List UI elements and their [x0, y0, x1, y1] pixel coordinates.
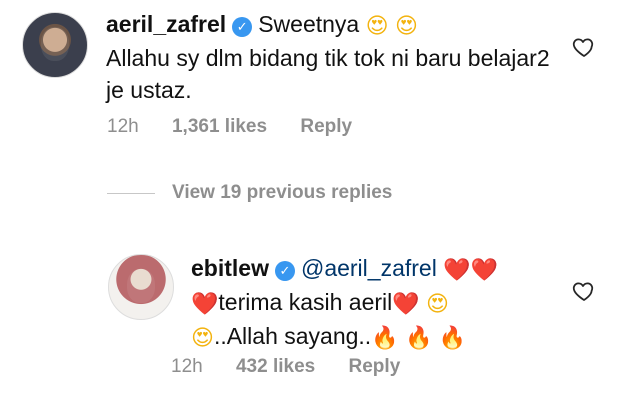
- comment-line-3: 😍..Allah sayang..🔥 🔥 🔥: [191, 320, 571, 354]
- comment-mention[interactable]: @aeril_zafrel: [301, 255, 437, 281]
- heart-eyes-emoji: 😍: [191, 325, 214, 350]
- comment-body: terima kasih aeril: [218, 289, 393, 315]
- reply-button[interactable]: Reply: [300, 116, 352, 137]
- reply-button[interactable]: Reply: [349, 356, 401, 377]
- comment-username[interactable]: aeril_zafrel: [106, 11, 226, 37]
- verified-badge-icon: ✓: [274, 261, 295, 281]
- heart-outline-icon[interactable]: [571, 279, 597, 303]
- avatar-face: [127, 269, 155, 303]
- comment: aeril_zafrel ✓ Sweetnya 😍 😍 Allahu sy dlm …: [106, 8, 566, 106]
- fire-emoji: 🔥: [405, 325, 433, 350]
- comment-likes[interactable]: 432 likes: [236, 356, 315, 377]
- comment-body: Allahu sy dlm bidang tik tok ni baru bel…: [106, 45, 550, 103]
- heart-emoji: ❤️: [470, 257, 499, 282]
- heart-emoji: ❤️: [392, 291, 420, 316]
- fire-emoji: 🔥: [438, 325, 467, 350]
- comment-body: ..Allah sayang..: [213, 323, 372, 349]
- avatar[interactable]: [22, 12, 88, 78]
- comment-username[interactable]: ebitlew: [191, 255, 269, 281]
- heart-emoji: ❤️: [191, 291, 219, 316]
- heart-emoji: ❤️: [443, 257, 471, 282]
- view-previous-replies[interactable]: View 19 previous replies: [107, 182, 392, 204]
- comment-header: ebitlew ✓ @aeril_zafrel ❤️❤️: [191, 252, 571, 286]
- comment-time: 12h: [107, 116, 139, 137]
- heart-outline-icon[interactable]: [571, 35, 597, 59]
- avatar[interactable]: [108, 254, 174, 320]
- comment-likes[interactable]: 1,361 likes: [172, 116, 267, 137]
- comment-meta: 12h 432 likes Reply: [171, 356, 428, 378]
- heart-eyes-emoji: 😍: [365, 13, 389, 38]
- heart-eyes-emoji: 😍: [394, 13, 418, 38]
- comment-lead-text: Sweetnya: [258, 11, 360, 37]
- comment-time: 12h: [171, 356, 203, 377]
- comment-header: aeril_zafrel ✓ Sweetnya 😍 😍: [106, 8, 566, 42]
- comment-line-2: ❤️terima kasih aeril❤️ 😍: [191, 286, 571, 320]
- comment-meta: 12h 1,361 likes Reply: [107, 116, 380, 138]
- reply-comment: ebitlew ✓ @aeril_zafrel ❤️❤️ ❤️terima kasi…: [191, 252, 571, 354]
- view-replies-label: View 19 previous replies: [172, 182, 393, 203]
- heart-eyes-emoji: 😍: [426, 291, 449, 316]
- replies-divider-line: [107, 192, 155, 194]
- avatar-face: [41, 27, 69, 61]
- verified-badge-icon: ✓: [232, 17, 253, 37]
- fire-emoji: 🔥: [371, 325, 399, 350]
